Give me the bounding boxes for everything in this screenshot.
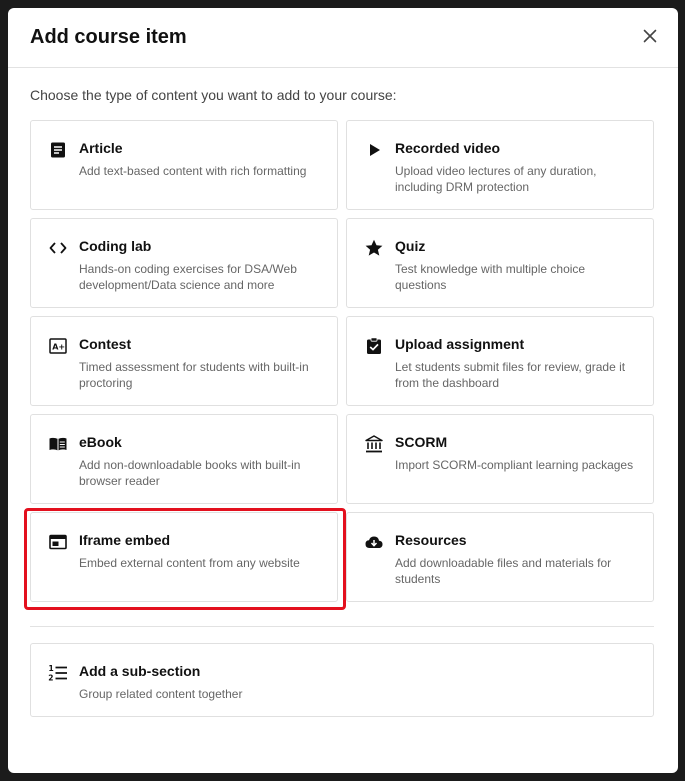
modal-title: Add course item <box>30 26 187 48</box>
close-icon <box>643 29 657 43</box>
star-icon <box>364 238 384 258</box>
clipboard-check-icon <box>364 336 384 356</box>
modal-subtitle: Choose the type of content you want to a… <box>30 87 397 103</box>
code-icon <box>48 238 68 258</box>
modal-header: Add course item <box>8 8 678 68</box>
item-title: Coding lab <box>79 238 152 254</box>
item-description: Upload video lectures of any duration, i… <box>395 164 597 194</box>
item-title: Article <box>79 140 123 156</box>
item-description: Let students submit files for review, gr… <box>395 360 626 390</box>
item-title: Resources <box>395 532 467 548</box>
svg-text:1: 1 <box>49 664 54 673</box>
item-article[interactable]: Article Add text-based content with rich… <box>30 120 338 210</box>
sub-section-title: Add a sub-section <box>79 663 201 679</box>
item-quiz[interactable]: Quiz Test knowledge with multiple choice… <box>346 218 654 308</box>
item-description: Import SCORM-compliant learning packages <box>395 458 634 472</box>
item-description: Test knowledge with multiple choice ques… <box>395 262 586 292</box>
item-ebook[interactable]: eBook Add non-downloadable books with bu… <box>30 414 338 504</box>
item-description: Hands-on coding exercises for DSA/Web de… <box>79 262 297 292</box>
item-description: Timed assessment for students with built… <box>79 360 309 390</box>
sub-section-description: Group related content together <box>79 687 243 701</box>
item-resources[interactable]: Resources Add downloadable files and mat… <box>346 512 654 602</box>
add-course-item-modal: Add course item Choose the type of conte… <box>8 8 678 773</box>
item-recorded-video[interactable]: Recorded video Upload video lectures of … <box>346 120 654 210</box>
cloud-download-icon <box>364 532 384 552</box>
item-description: Add downloadable files and materials for… <box>395 556 612 586</box>
item-title: eBook <box>79 434 122 450</box>
item-title: SCORM <box>395 434 448 450</box>
svg-text:2: 2 <box>48 674 53 683</box>
svg-text:A+: A+ <box>52 343 65 352</box>
item-coding-lab[interactable]: Coding lab Hands-on coding exercises for… <box>30 218 338 308</box>
item-title: Upload assignment <box>395 336 525 352</box>
item-upload-assignment[interactable]: Upload assignment Let students submit fi… <box>346 316 654 406</box>
item-title: Quiz <box>395 238 426 254</box>
iframe-icon <box>48 532 68 552</box>
add-sub-section[interactable]: 12 Add a sub-section Group related conte… <box>30 643 654 717</box>
item-contest[interactable]: A+ Contest Timed assessment for students… <box>30 316 338 406</box>
article-icon <box>48 140 68 160</box>
item-description: Add text-based content with rich formatt… <box>79 164 307 178</box>
item-description: Add non-downloadable books with built-in… <box>79 458 301 488</box>
divider <box>30 626 654 627</box>
grade-icon: A+ <box>48 336 68 356</box>
close-button[interactable] <box>640 26 660 46</box>
item-description: Embed external content from any website <box>79 556 300 570</box>
book-icon <box>48 434 68 454</box>
play-icon <box>364 140 384 160</box>
item-title: Iframe embed <box>79 532 171 548</box>
item-iframe-embed[interactable]: Iframe embed Embed external content from… <box>30 512 338 602</box>
item-title: Recorded video <box>395 140 501 156</box>
institution-icon <box>364 434 384 454</box>
item-scorm[interactable]: SCORM Import SCORM-compliant learning pa… <box>346 414 654 504</box>
item-title: Contest <box>79 336 132 352</box>
numbered-list-icon: 12 <box>48 663 68 683</box>
